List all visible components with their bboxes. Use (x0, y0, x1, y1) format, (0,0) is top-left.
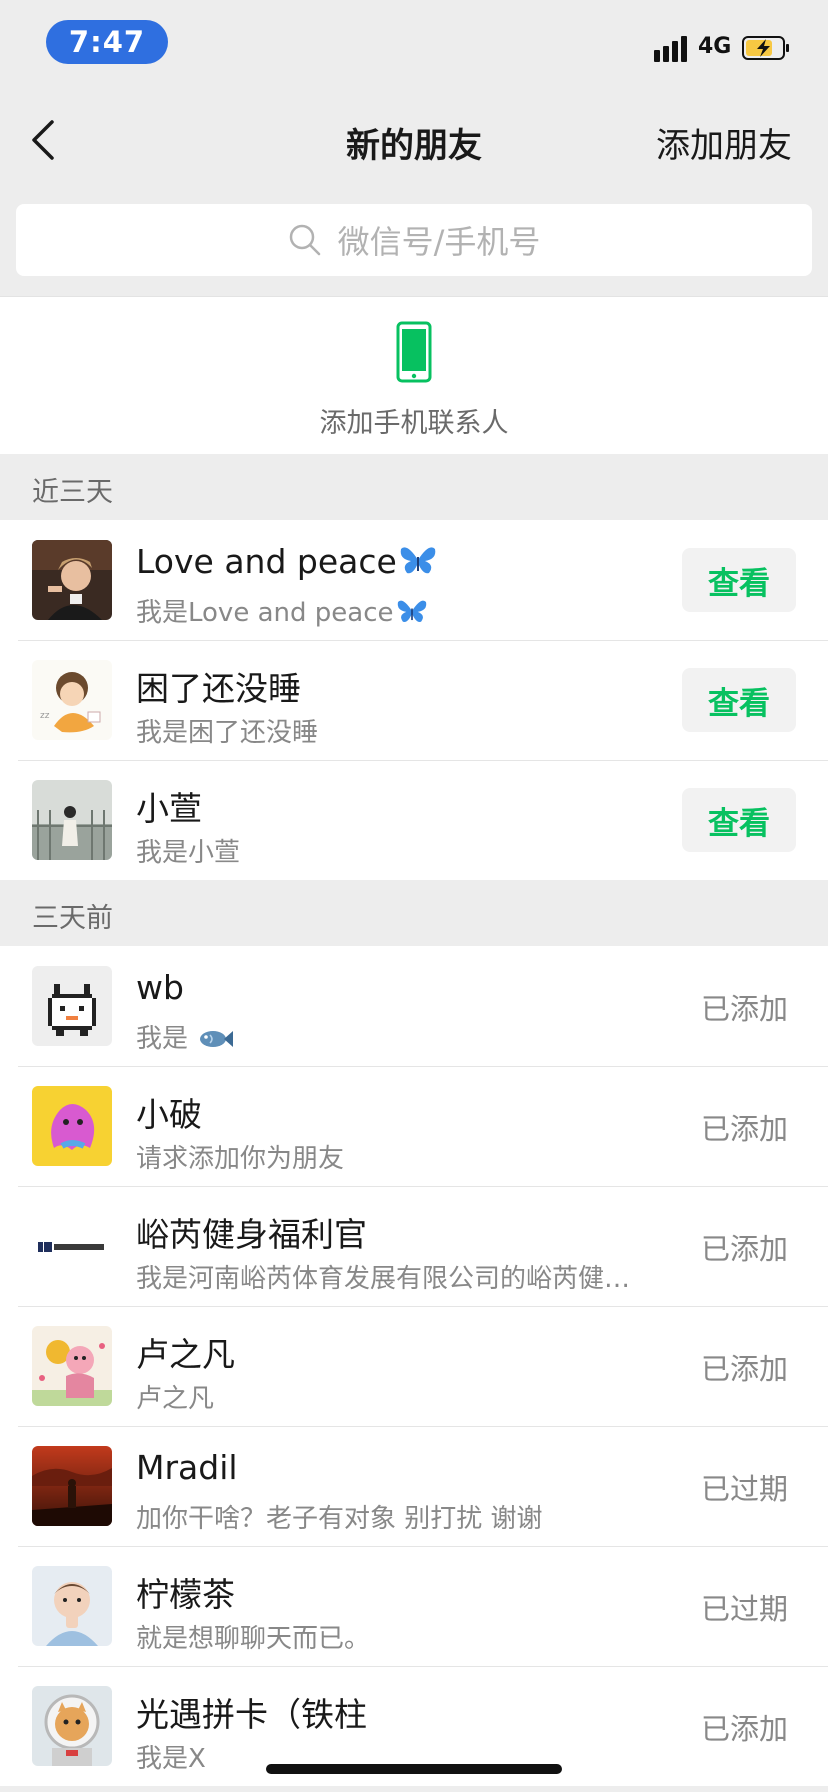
contact-name: Mradil (136, 1448, 238, 1487)
brand-logo-icon (32, 1206, 112, 1286)
request-message: 我是河南峪芮体育发展有限公司的峪芮健… (136, 1264, 631, 1294)
request-message: 请求添加你为朋友 (136, 1144, 345, 1174)
avatar[interactable] (32, 540, 112, 620)
request-message-text: 我是 (136, 1024, 189, 1054)
search-input[interactable]: 微信号/手机号 (16, 204, 812, 276)
contact-name: Love and peace (136, 542, 437, 581)
butterfly-icon (397, 600, 426, 622)
request-status: 已过期 (700, 1592, 788, 1626)
avatar[interactable] (32, 780, 112, 860)
avatar[interactable] (32, 1206, 112, 1286)
section-header-recent: 近三天 (0, 454, 828, 520)
list-item[interactable]: wb 我是 已添加 (0, 946, 828, 1066)
list-item[interactable]: 卢之凡 卢之凡 已添加 (0, 1306, 828, 1426)
request-message: 卢之凡 (136, 1384, 215, 1414)
search-icon (289, 224, 320, 256)
section-header-older: 三天前 (0, 880, 828, 946)
list-item[interactable]: 小破 请求添加你为朋友 已添加 (0, 1066, 828, 1186)
butterfly-icon (400, 547, 436, 574)
contact-name: 光遇拼卡（铁柱 (136, 1695, 367, 1734)
list-item[interactable]: 峪芮健身福利官 我是河南峪芮体育发展有限公司的峪芮健… 已添加 (0, 1186, 828, 1306)
signal-icon (654, 36, 687, 62)
avatar[interactable] (32, 966, 112, 1046)
section-label: 近三天 (32, 477, 113, 508)
list-item[interactable]: 小萱 我是小萱 查看 (0, 760, 828, 880)
request-message: 我是 (136, 1018, 234, 1055)
add-friend-button[interactable]: 添加朋友 (656, 118, 792, 167)
battery-icon (742, 36, 789, 60)
home-indicator[interactable] (266, 1764, 562, 1774)
avatar[interactable] (32, 1086, 112, 1166)
avatar[interactable] (32, 1566, 112, 1646)
request-message: 我是困了还没睡 (136, 718, 319, 748)
request-status: 已添加 (700, 992, 788, 1026)
request-status: 已添加 (700, 1352, 788, 1386)
request-status: 已添加 (700, 1112, 788, 1146)
contact-name: wb (136, 968, 184, 1007)
contact-name: 卢之凡 (136, 1335, 235, 1374)
request-message: 我是X (136, 1744, 206, 1774)
list-item[interactable]: Mradil 加你干啥？老子有对象 别打扰 谢谢 已过期 (0, 1426, 828, 1546)
avatar[interactable] (32, 1446, 112, 1526)
avatar[interactable] (32, 1326, 112, 1406)
request-status: 已过期 (700, 1472, 788, 1506)
mobile-phone-icon (396, 321, 432, 383)
view-button[interactable]: 查看 (682, 548, 796, 612)
view-button[interactable]: 查看 (682, 668, 796, 732)
status-time: 7:47 (46, 20, 168, 64)
section-label: 三天前 (32, 903, 113, 934)
contact-name-text: Love and peace (136, 542, 397, 581)
request-message: 我是Love and peace (136, 592, 428, 629)
svg-text:zz: zz (40, 711, 50, 721)
status-bar: 7:47 4G (0, 0, 828, 88)
list-item[interactable]: Love and peace 我是Love and peace 查看 (0, 520, 828, 640)
request-status: 已添加 (700, 1712, 788, 1746)
contact-name: 小萱 (136, 789, 202, 828)
list-item[interactable]: zz 困了还没睡 我是困了还没睡 查看 (0, 640, 828, 760)
add-phone-contacts-label: 添加手机联系人 (319, 408, 509, 439)
contact-name: 峪芮健身福利官 (136, 1215, 367, 1254)
navigation-bar: 新的朋友 添加朋友 (0, 88, 828, 192)
request-message: 就是想聊聊天而已。 (136, 1624, 371, 1654)
request-message-text: 我是Love and peace (136, 598, 394, 628)
contact-name: 困了还没睡 (136, 669, 301, 708)
network-type: 4G (698, 34, 732, 59)
older-requests-list: wb 我是 已添加 小破 请求添加你为朋友 已添加 峪芮健身福利官 我是河南峪芮… (0, 946, 828, 1786)
recent-requests-list: Love and peace 我是Love and peace 查看 zz 困了… (0, 520, 828, 880)
list-item[interactable]: 柠檬茶 就是想聊聊天而已。 已过期 (0, 1546, 828, 1666)
view-button[interactable]: 查看 (682, 788, 796, 852)
avatar[interactable]: zz (32, 660, 112, 740)
contact-name: 小破 (136, 1095, 202, 1134)
add-phone-contacts[interactable]: 添加手机联系人 (0, 296, 828, 454)
request-message: 我是小萱 (136, 838, 241, 868)
contact-name: 柠檬茶 (136, 1575, 235, 1614)
fish-icon (200, 1031, 234, 1047)
request-status: 已添加 (700, 1232, 788, 1266)
request-message: 加你干啥？老子有对象 别打扰 谢谢 (136, 1504, 543, 1534)
avatar[interactable] (32, 1686, 112, 1766)
search-placeholder: 微信号/手机号 (337, 223, 541, 261)
